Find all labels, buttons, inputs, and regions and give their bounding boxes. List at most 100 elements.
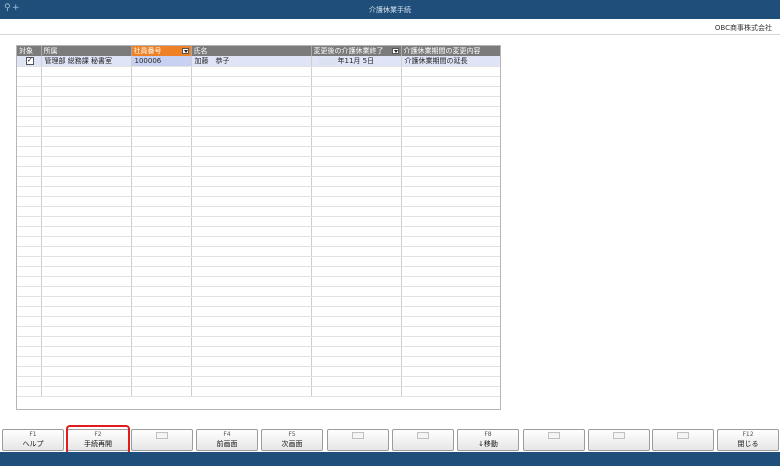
grid-cell[interactable] [191,156,312,167]
table-row[interactable] [17,366,500,377]
grid-cell[interactable] [401,156,500,167]
grid-cell[interactable] [41,376,132,387]
target-checkbox[interactable] [26,56,34,65]
procedure-grid[interactable]: 対象 所属 社員番号 氏名 変更後の介護休業終了 介護休業期間の変更内容 管理部… [16,45,501,410]
table-row[interactable] [17,266,500,277]
grid-cell[interactable] [311,176,402,187]
table-row[interactable] [17,286,500,297]
grid-cell[interactable] [41,346,132,357]
grid-cell[interactable] [191,146,312,157]
grid-cell[interactable] [191,96,312,107]
grid-cell[interactable] [41,156,132,167]
grid-cell[interactable] [131,256,192,267]
grid-cell[interactable] [401,376,500,387]
table-row[interactable] [17,376,500,387]
grid-cell[interactable] [311,386,402,397]
grid-cell[interactable] [191,196,312,207]
grid-cell[interactable] [17,136,42,147]
grid-cell[interactable] [401,386,500,397]
table-row[interactable] [17,346,500,357]
grid-cell[interactable] [311,76,402,87]
grid-cell[interactable] [41,286,132,297]
grid-cell[interactable] [311,356,402,367]
grid-cell[interactable] [131,346,192,357]
grid-cell[interactable] [41,356,132,367]
grid-cell[interactable] [41,126,132,137]
grid-cell[interactable] [17,326,42,337]
table-row[interactable] [17,356,500,367]
table-row[interactable] [17,386,500,397]
table-row[interactable] [17,176,500,187]
grid-cell[interactable] [131,136,192,147]
grid-cell[interactable] [41,236,132,247]
grid-cell[interactable] [401,336,500,347]
grid-cell[interactable] [131,196,192,207]
grid-cell[interactable] [17,266,42,277]
table-row[interactable] [17,76,500,87]
grid-cell[interactable] [311,146,402,157]
column-header-target[interactable]: 対象 [17,46,42,56]
table-row[interactable] [17,316,500,327]
table-row[interactable] [17,156,500,167]
grid-cell[interactable] [17,366,42,377]
grid-cell[interactable] [131,106,192,117]
grid-cell[interactable] [131,86,192,97]
grid-cell[interactable] [17,86,42,97]
grid-cell[interactable] [131,116,192,127]
grid-cell[interactable] [401,186,500,197]
grid-cell[interactable] [41,136,132,147]
grid-cell[interactable] [191,246,312,257]
grid-cell[interactable] [41,266,132,277]
grid-cell[interactable] [17,276,42,287]
grid-cell[interactable] [401,316,500,327]
grid-cell[interactable] [191,296,312,307]
grid-cell[interactable] [17,96,42,107]
grid-cell[interactable] [41,176,132,187]
grid-cell[interactable] [401,306,500,317]
grid-cell[interactable] [131,96,192,107]
grid-cell[interactable] [41,146,132,157]
table-row[interactable] [17,186,500,197]
grid-cell[interactable] [17,66,42,77]
grid-cell[interactable] [131,76,192,87]
grid-cell[interactable] [17,306,42,317]
grid-cell[interactable] [191,166,312,177]
grid-cell[interactable] [41,116,132,127]
fkey-empty-button[interactable] [392,429,454,451]
fkey-f4-button[interactable]: F4 前画面 [196,429,258,451]
grid-cell[interactable] [41,96,132,107]
grid-cell[interactable] [17,216,42,227]
grid-cell[interactable] [191,66,312,77]
grid-cell[interactable] [41,306,132,317]
grid-cell[interactable] [41,166,132,177]
grid-cell[interactable] [191,226,312,237]
table-row[interactable] [17,116,500,127]
grid-cell[interactable] [41,296,132,307]
grid-cell[interactable] [191,316,312,327]
grid-cell[interactable] [191,286,312,297]
department-cell[interactable]: 管理部 総務課 秘書室 [41,56,132,67]
table-row[interactable]: 管理部 総務課 秘書室 100006 加藤 恭子 年11月 5日 介護休業期間の… [17,56,500,67]
employee-number-cell[interactable]: 100006 [131,56,192,67]
grid-cell[interactable] [401,86,500,97]
grid-cell[interactable] [17,186,42,197]
grid-cell[interactable] [131,296,192,307]
column-header-name[interactable]: 氏名 [191,46,312,56]
grid-cell[interactable] [17,346,42,357]
grid-cell[interactable] [41,216,132,227]
grid-cell[interactable] [311,306,402,317]
grid-cell[interactable] [131,306,192,317]
grid-cell[interactable] [131,286,192,297]
table-row[interactable] [17,246,500,257]
column-header-department[interactable]: 所属 [41,46,132,56]
table-row[interactable] [17,126,500,137]
grid-cell[interactable] [41,336,132,347]
grid-cell[interactable] [311,216,402,227]
fkey-f8-button[interactable]: F8 ↓移動 [457,429,519,451]
grid-cell[interactable] [17,116,42,127]
grid-cell[interactable] [41,326,132,337]
grid-cell[interactable] [41,186,132,197]
grid-cell[interactable] [41,76,132,87]
table-row[interactable] [17,306,500,317]
table-row[interactable] [17,236,500,247]
